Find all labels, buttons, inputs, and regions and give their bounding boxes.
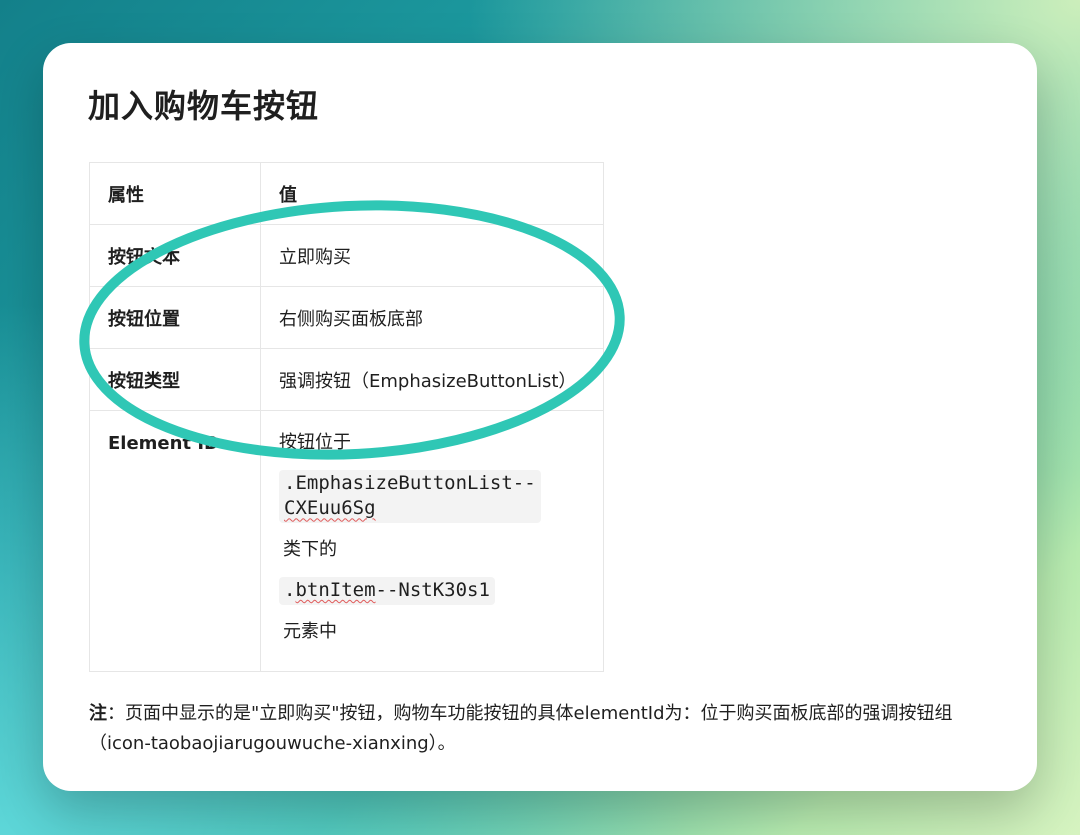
row-key-button-type: 按钮类型 bbox=[89, 348, 261, 411]
code-item-word: btnItem bbox=[295, 579, 376, 602]
code-item-name: .btnItem--NstK30s1 bbox=[279, 577, 495, 605]
row-key-button-text: 按钮文本 bbox=[89, 224, 261, 287]
code-item-prefix: . bbox=[284, 579, 296, 602]
footnote-text: ：页面中显示的是"立即购买"按钮，购物车功能按钮的具体elementId为：位于… bbox=[107, 703, 953, 724]
row-key-button-position: 按钮位置 bbox=[89, 286, 261, 349]
row-value-button-position: 右侧购买面板底部 bbox=[260, 286, 604, 349]
element-id-line2: 类下的 bbox=[283, 539, 337, 561]
code-class-name: .EmphasizeButtonList-- CXEuu6Sg bbox=[279, 469, 541, 524]
code-class-part2: CXEuu6Sg bbox=[284, 497, 376, 520]
table-row-element-id: Element ID 按钮位于 .EmphasizeButtonList-- CX… bbox=[89, 410, 604, 672]
row-value-button-type: 强调按钮（EmphasizeButtonList） bbox=[260, 348, 604, 411]
footnote-label: 注 bbox=[89, 703, 107, 724]
header-value: 值 bbox=[260, 162, 604, 225]
footnote-line1: 注：页面中显示的是"立即购买"按钮，购物车功能按钮的具体elementId为：位… bbox=[89, 699, 1037, 729]
element-id-line1: 按钮位于 bbox=[279, 432, 351, 453]
footnote-line2: （icon-taobaojiarugouwuche-xianxing）。 bbox=[89, 733, 456, 754]
row-value-element-id: 按钮位于 .EmphasizeButtonList-- CXEuu6Sg 类下的 … bbox=[260, 410, 604, 672]
code-class-part1: .EmphasizeButtonList-- bbox=[284, 471, 536, 494]
footnote: 注：页面中显示的是"立即购买"按钮，购物车功能按钮的具体elementId为：位… bbox=[89, 699, 1037, 759]
table-row: 按钮位置 右侧购买面板底部 bbox=[89, 286, 604, 349]
element-id-line3: 元素中 bbox=[283, 620, 337, 642]
code-item-suffix: --NstK30s1 bbox=[375, 579, 490, 602]
content-card: 加入购物车按钮 属性 值 按钮文本 立即购买 按钮位置 右侧购买面板底部 按钮类… bbox=[43, 43, 1037, 791]
row-value-button-text: 立即购买 bbox=[260, 224, 604, 287]
header-attribute: 属性 bbox=[89, 162, 261, 225]
table-header-row: 属性 值 bbox=[89, 162, 604, 225]
page-title: 加入购物车按钮 bbox=[88, 87, 320, 125]
table-row: 按钮类型 强调按钮（EmphasizeButtonList） bbox=[89, 348, 604, 411]
table-row: 按钮文本 立即购买 bbox=[89, 224, 604, 287]
row-key-element-id: Element ID bbox=[89, 410, 261, 672]
property-table: 属性 值 按钮文本 立即购买 按钮位置 右侧购买面板底部 按钮类型 强调按钮（E… bbox=[89, 162, 604, 672]
